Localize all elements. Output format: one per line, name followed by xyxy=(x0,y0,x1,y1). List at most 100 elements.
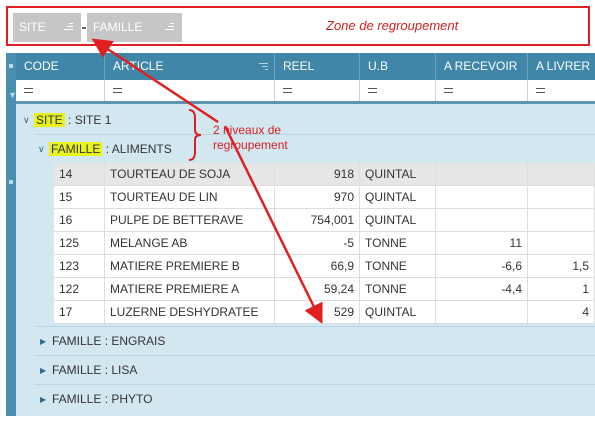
group-row-site[interactable]: ∨ SITE : SITE 1 xyxy=(16,106,595,135)
filter-cell-reel[interactable] xyxy=(275,80,360,101)
cell-recevoir[interactable]: 11 xyxy=(436,232,528,254)
cell-code[interactable]: 17 xyxy=(54,301,105,323)
table-row[interactable]: 15 TOURTEAU DE LIN 970 QUINTAL xyxy=(54,186,595,209)
grouping-zone-label: Zone de regroupement xyxy=(326,18,459,33)
cell-reel[interactable]: 918 xyxy=(275,163,360,185)
cell-livrer[interactable] xyxy=(528,186,595,208)
chevron-right-icon[interactable]: ▶ xyxy=(40,327,46,356)
cell-reel[interactable]: 66,9 xyxy=(275,255,360,277)
filter-cell-code[interactable] xyxy=(16,80,105,101)
grid-body: ∨ SITE : SITE 1 ∨ FAMILLE : ALIMENTS 14 T… xyxy=(16,104,595,416)
group-chip-site[interactable]: SITE xyxy=(13,13,81,42)
cell-ub[interactable]: QUINTAL xyxy=(360,301,436,323)
chevron-right-icon[interactable]: ▶ xyxy=(40,385,46,414)
group-row-famille-lisa[interactable]: ▶ FAMILLE : LISA xyxy=(34,355,595,384)
cell-livrer[interactable]: 4 xyxy=(528,301,595,323)
cell-article[interactable]: TOURTEAU DE SOJA xyxy=(105,163,275,185)
table-row[interactable]: 16 PULPE DE BETTERAVE 754,001 QUINTAL xyxy=(54,209,595,232)
column-header-a-livrer[interactable]: A LIVRER xyxy=(528,53,595,80)
cell-article[interactable]: MATIERE PREMIERE A xyxy=(105,278,275,300)
cell-article[interactable]: TOURTEAU DE LIN xyxy=(105,186,275,208)
equals-filter-icon[interactable] xyxy=(283,88,292,94)
cell-ub[interactable]: TONNE xyxy=(360,255,436,277)
cell-reel[interactable]: 529 xyxy=(275,301,360,323)
cell-livrer[interactable]: 1 xyxy=(528,278,595,300)
equals-filter-icon[interactable] xyxy=(368,88,377,94)
cell-code[interactable]: 14 xyxy=(54,163,105,185)
table-row[interactable]: 122 MATIERE PREMIERE A 59,24 TONNE -4,4 1 xyxy=(54,278,595,301)
table-row[interactable]: 123 MATIERE PREMIERE B 66,9 TONNE -6,6 1,5 xyxy=(54,255,595,278)
column-header-article[interactable]: ARTICLE xyxy=(105,53,275,80)
equals-filter-icon[interactable] xyxy=(113,88,122,94)
cell-article[interactable]: MELANGE AB xyxy=(105,232,275,254)
cell-recevoir[interactable] xyxy=(436,186,528,208)
indicator-dot xyxy=(9,64,13,68)
cell-code[interactable]: 125 xyxy=(54,232,105,254)
equals-filter-icon[interactable] xyxy=(24,88,33,94)
cell-recevoir[interactable] xyxy=(436,301,528,323)
group-separator: : xyxy=(64,113,75,127)
grouping-zone[interactable]: SITE FAMILLE Zone de regroupement xyxy=(6,6,590,46)
group-row-famille-aliments[interactable]: ∨ FAMILLE : ALIMENTS xyxy=(34,134,595,163)
cell-code[interactable]: 123 xyxy=(54,255,105,277)
group-chip-label: FAMILLE xyxy=(93,20,143,34)
column-header-label: ARTICLE xyxy=(113,59,164,73)
cell-livrer[interactable] xyxy=(528,209,595,231)
filter-cell-ub[interactable] xyxy=(360,80,436,101)
filter-cell-a-livrer[interactable] xyxy=(528,80,595,101)
cell-ub[interactable]: TONNE xyxy=(360,278,436,300)
annotation-line: regroupement xyxy=(213,138,288,152)
column-header-a-recevoir[interactable]: A RECEVOIR xyxy=(436,53,528,80)
group-row-famille-phyto[interactable]: ▶ FAMILLE : PHYTO xyxy=(34,384,595,413)
cell-reel[interactable]: -5 xyxy=(275,232,360,254)
cell-article[interactable]: MATIERE PREMIERE B xyxy=(105,255,275,277)
equals-filter-icon[interactable] xyxy=(536,88,545,94)
column-header-code[interactable]: CODE xyxy=(16,53,105,80)
filter-cell-a-recevoir[interactable] xyxy=(436,80,528,101)
cell-recevoir[interactable]: -4,4 xyxy=(436,278,528,300)
annotation-line: 2 niveaux de xyxy=(213,123,282,137)
group-row-label: SITE : SITE 1 xyxy=(34,106,111,135)
cell-article[interactable]: PULPE DE BETTERAVE xyxy=(105,209,275,231)
sort-icon[interactable] xyxy=(165,23,174,32)
group-value: ALIMENTS xyxy=(111,142,172,156)
sort-icon[interactable] xyxy=(64,23,73,32)
column-header-ub[interactable]: U.B xyxy=(360,53,436,80)
column-menu-icon[interactable] xyxy=(259,63,268,72)
cell-recevoir[interactable] xyxy=(436,163,528,185)
cell-reel[interactable]: 59,24 xyxy=(275,278,360,300)
cell-ub[interactable]: QUINTAL xyxy=(360,209,436,231)
cell-livrer[interactable] xyxy=(528,163,595,185)
annotation-text: 2 niveaux de regroupement xyxy=(213,123,288,153)
cell-code[interactable]: 16 xyxy=(54,209,105,231)
cell-reel[interactable]: 754,001 xyxy=(275,209,360,231)
table-row[interactable]: 17 LUZERNE DESHYDRATEE 529 QUINTAL 4 xyxy=(54,301,595,324)
group-row-label: FAMILLE : ALIMENTS xyxy=(49,135,172,164)
cell-article[interactable]: LUZERNE DESHYDRATEE xyxy=(105,301,275,323)
cell-ub[interactable]: QUINTAL xyxy=(360,163,436,185)
chevron-down-icon[interactable]: ∨ xyxy=(23,106,30,135)
cell-recevoir[interactable]: -6,6 xyxy=(436,255,528,277)
grid-header: CODE ARTICLE REEL U.B A RECEVOIR A LIVRE… xyxy=(16,53,595,80)
group-row-famille-engrais[interactable]: ▶ FAMILLE : ENGRAIS xyxy=(34,326,595,355)
group-row-label: FAMILLE : ENGRAIS xyxy=(52,334,166,348)
cell-code[interactable]: 15 xyxy=(54,186,105,208)
cell-livrer[interactable] xyxy=(528,232,595,254)
cell-reel[interactable]: 970 xyxy=(275,186,360,208)
equals-filter-icon[interactable] xyxy=(444,88,453,94)
group-chip-famille[interactable]: FAMILLE xyxy=(87,13,182,42)
cell-livrer[interactable]: 1,5 xyxy=(528,255,595,277)
filter-row xyxy=(16,80,595,104)
cell-ub[interactable]: QUINTAL xyxy=(360,186,436,208)
data-rows: 14 TOURTEAU DE SOJA 918 QUINTAL 15 TOURTEAU D… xyxy=(54,163,595,324)
chevron-down-icon[interactable]: ∨ xyxy=(38,135,45,164)
cell-code[interactable]: 122 xyxy=(54,278,105,300)
cell-recevoir[interactable] xyxy=(436,209,528,231)
group-row-label: FAMILLE : LISA xyxy=(52,363,138,377)
cell-ub[interactable]: TONNE xyxy=(360,232,436,254)
column-header-reel[interactable]: REEL xyxy=(275,53,360,80)
table-row[interactable]: 125 MELANGE AB -5 TONNE 11 xyxy=(54,232,595,255)
filter-cell-article[interactable] xyxy=(105,80,275,101)
chevron-right-icon[interactable]: ▶ xyxy=(40,356,46,385)
table-row[interactable]: 14 TOURTEAU DE SOJA 918 QUINTAL xyxy=(54,163,595,186)
